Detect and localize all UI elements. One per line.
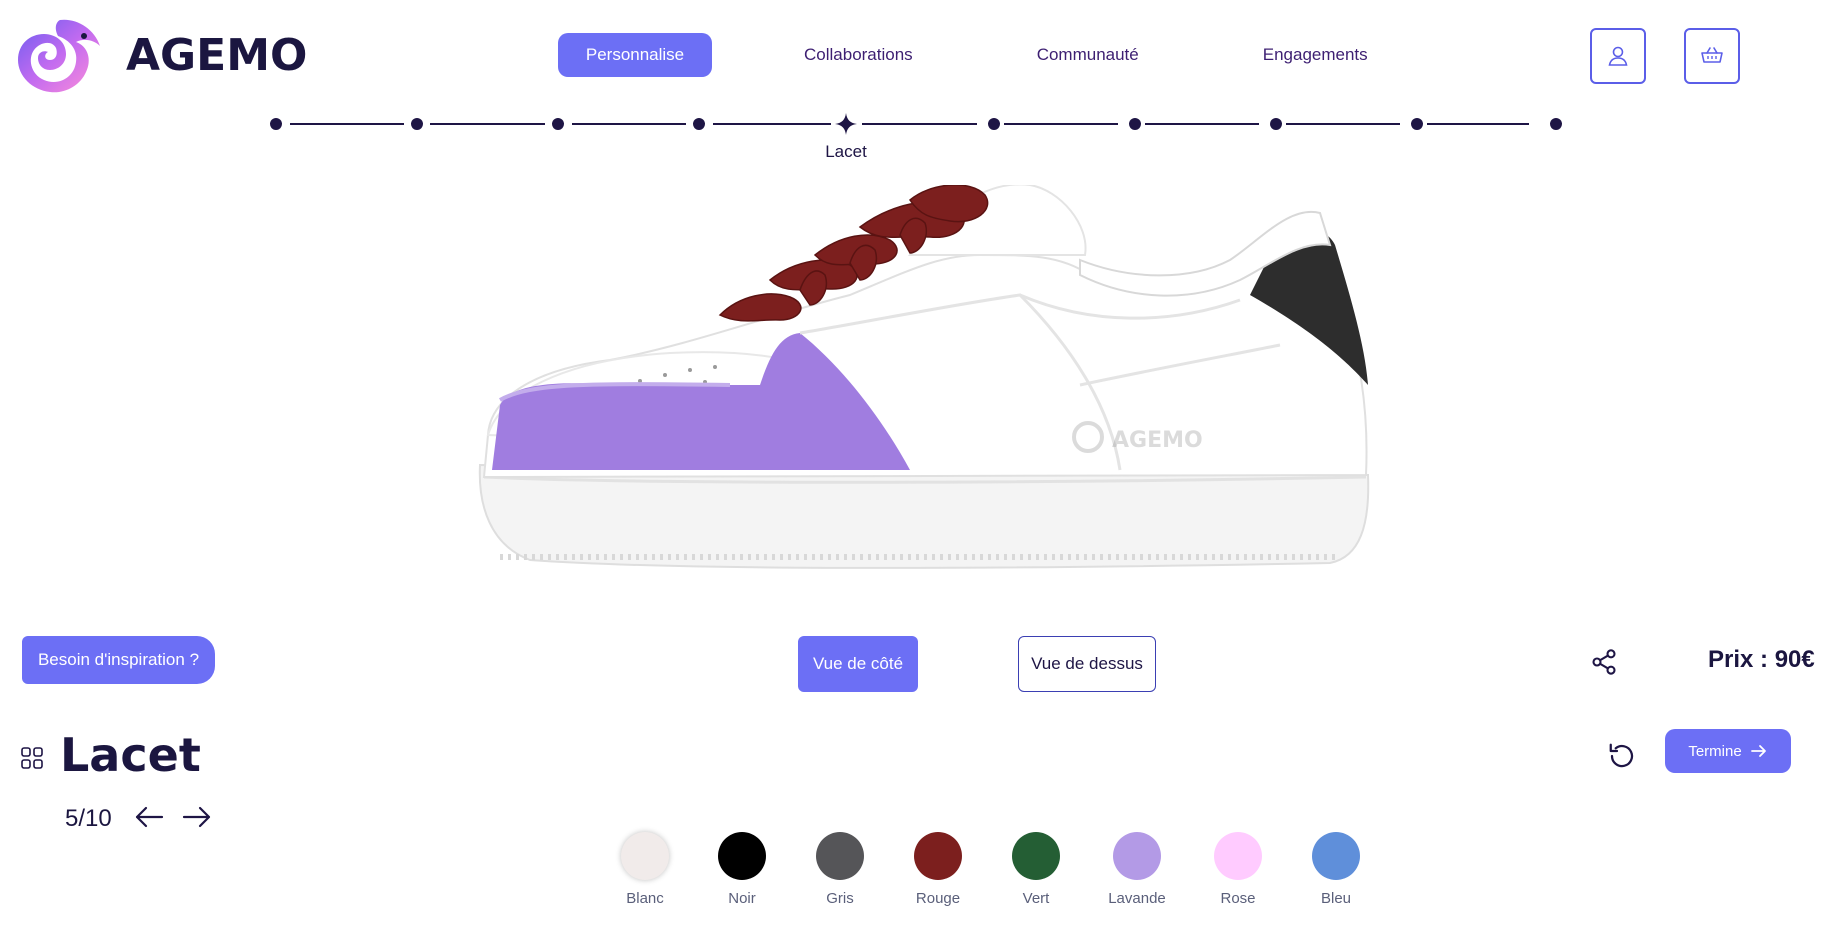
stepper-segment: [862, 123, 977, 125]
stepper-step-1[interactable]: [270, 118, 282, 130]
brand-name: AGEMO: [126, 29, 308, 81]
swatch-circle: [718, 832, 766, 880]
prev-step-arrow-icon[interactable]: [134, 804, 164, 830]
sole-brand-mark: AGEMO: [1112, 428, 1203, 453]
color-swatch-vert[interactable]: Vert: [986, 832, 1086, 907]
arrow-right-icon: [1750, 745, 1766, 757]
stepper-segment: [290, 123, 404, 125]
main-nav: Personnalise Collaborations Communauté E…: [558, 33, 1398, 77]
color-swatch-rose[interactable]: Rose: [1188, 832, 1288, 907]
stepper-segment: [572, 123, 686, 125]
nav-personnalise[interactable]: Personnalise: [558, 33, 712, 77]
nav-engagements[interactable]: Engagements: [1233, 33, 1398, 77]
stepper-current-star-icon[interactable]: [834, 112, 858, 136]
color-swatch-blanc[interactable]: Blanc: [595, 832, 695, 907]
stepper-step-4[interactable]: [693, 118, 705, 130]
swatch-circle: [621, 832, 669, 880]
stepper-step-10[interactable]: [1550, 118, 1562, 130]
color-swatch-rouge[interactable]: Rouge: [888, 832, 988, 907]
reset-icon[interactable]: [1607, 741, 1637, 771]
top-view-button[interactable]: Vue de dessus: [1018, 636, 1156, 692]
step-counter: 5/10: [65, 805, 112, 832]
color-swatch-noir[interactable]: Noir: [692, 832, 792, 907]
stepper-step-9[interactable]: [1411, 118, 1423, 130]
stepper-segment: [1286, 123, 1400, 125]
stepper-step-7[interactable]: [1129, 118, 1141, 130]
stepper-segment: [1004, 123, 1118, 125]
stepper-step-2[interactable]: [411, 118, 423, 130]
account-button[interactable]: [1590, 28, 1646, 84]
done-button-label: Termine: [1688, 742, 1742, 760]
color-swatch-lavande[interactable]: Lavande: [1087, 832, 1187, 907]
basket-icon: [1701, 47, 1723, 63]
swatch-label: Vert: [1022, 890, 1050, 907]
swatch-circle: [1214, 832, 1262, 880]
nav-communaute[interactable]: Communauté: [1007, 33, 1169, 77]
swatch-label: Bleu: [1320, 890, 1352, 907]
nav-collaborations[interactable]: Collaborations: [774, 33, 943, 77]
stepper-segment: [713, 123, 831, 125]
stepper-current-label: Lacet: [825, 142, 867, 161]
stepper-step-6[interactable]: [988, 118, 1000, 130]
stepper-step-8[interactable]: [1270, 118, 1282, 130]
inspiration-button[interactable]: Besoin d'inspiration ?: [22, 636, 215, 684]
progress-stepper: Lacet: [270, 112, 1570, 174]
next-step-arrow-icon[interactable]: [182, 804, 212, 830]
swatch-circle: [1012, 832, 1060, 880]
swatch-circle: [816, 832, 864, 880]
stepper-segment: [1145, 123, 1259, 125]
stepper-segment: [430, 123, 545, 125]
swatch-label: Lavande: [1108, 890, 1166, 907]
sneaker-image: AGEMO: [478, 183, 1370, 569]
swatch-label: Blanc: [626, 890, 664, 907]
brand-logo[interactable]: AGEMO: [14, 16, 307, 98]
price-label: Prix : 90€: [1708, 646, 1815, 673]
color-swatch-gris[interactable]: Gris: [790, 832, 890, 907]
sneaker-preview: AGEMO: [470, 183, 1380, 585]
swatch-circle: [1312, 832, 1360, 880]
swatch-label: Rouge: [915, 890, 961, 907]
cart-button[interactable]: [1684, 28, 1740, 84]
stepper-step-3[interactable]: [552, 118, 564, 130]
done-button[interactable]: Termine: [1665, 729, 1791, 773]
chameleon-logo-icon: [18, 19, 100, 93]
swatch-label: Gris: [826, 890, 854, 907]
section-title: Lacet: [60, 728, 201, 782]
stepper-segment: [1427, 123, 1529, 125]
swatch-label: Rose: [1220, 890, 1256, 907]
share-icon[interactable]: [1590, 648, 1618, 676]
grid-icon[interactable]: [20, 746, 44, 770]
swatch-circle: [1113, 832, 1161, 880]
swatch-label: Noir: [728, 890, 756, 907]
swatch-circle: [914, 832, 962, 880]
side-view-button[interactable]: Vue de côté: [798, 636, 918, 692]
user-icon: [1608, 46, 1628, 66]
color-swatch-bleu[interactable]: Bleu: [1286, 832, 1386, 907]
